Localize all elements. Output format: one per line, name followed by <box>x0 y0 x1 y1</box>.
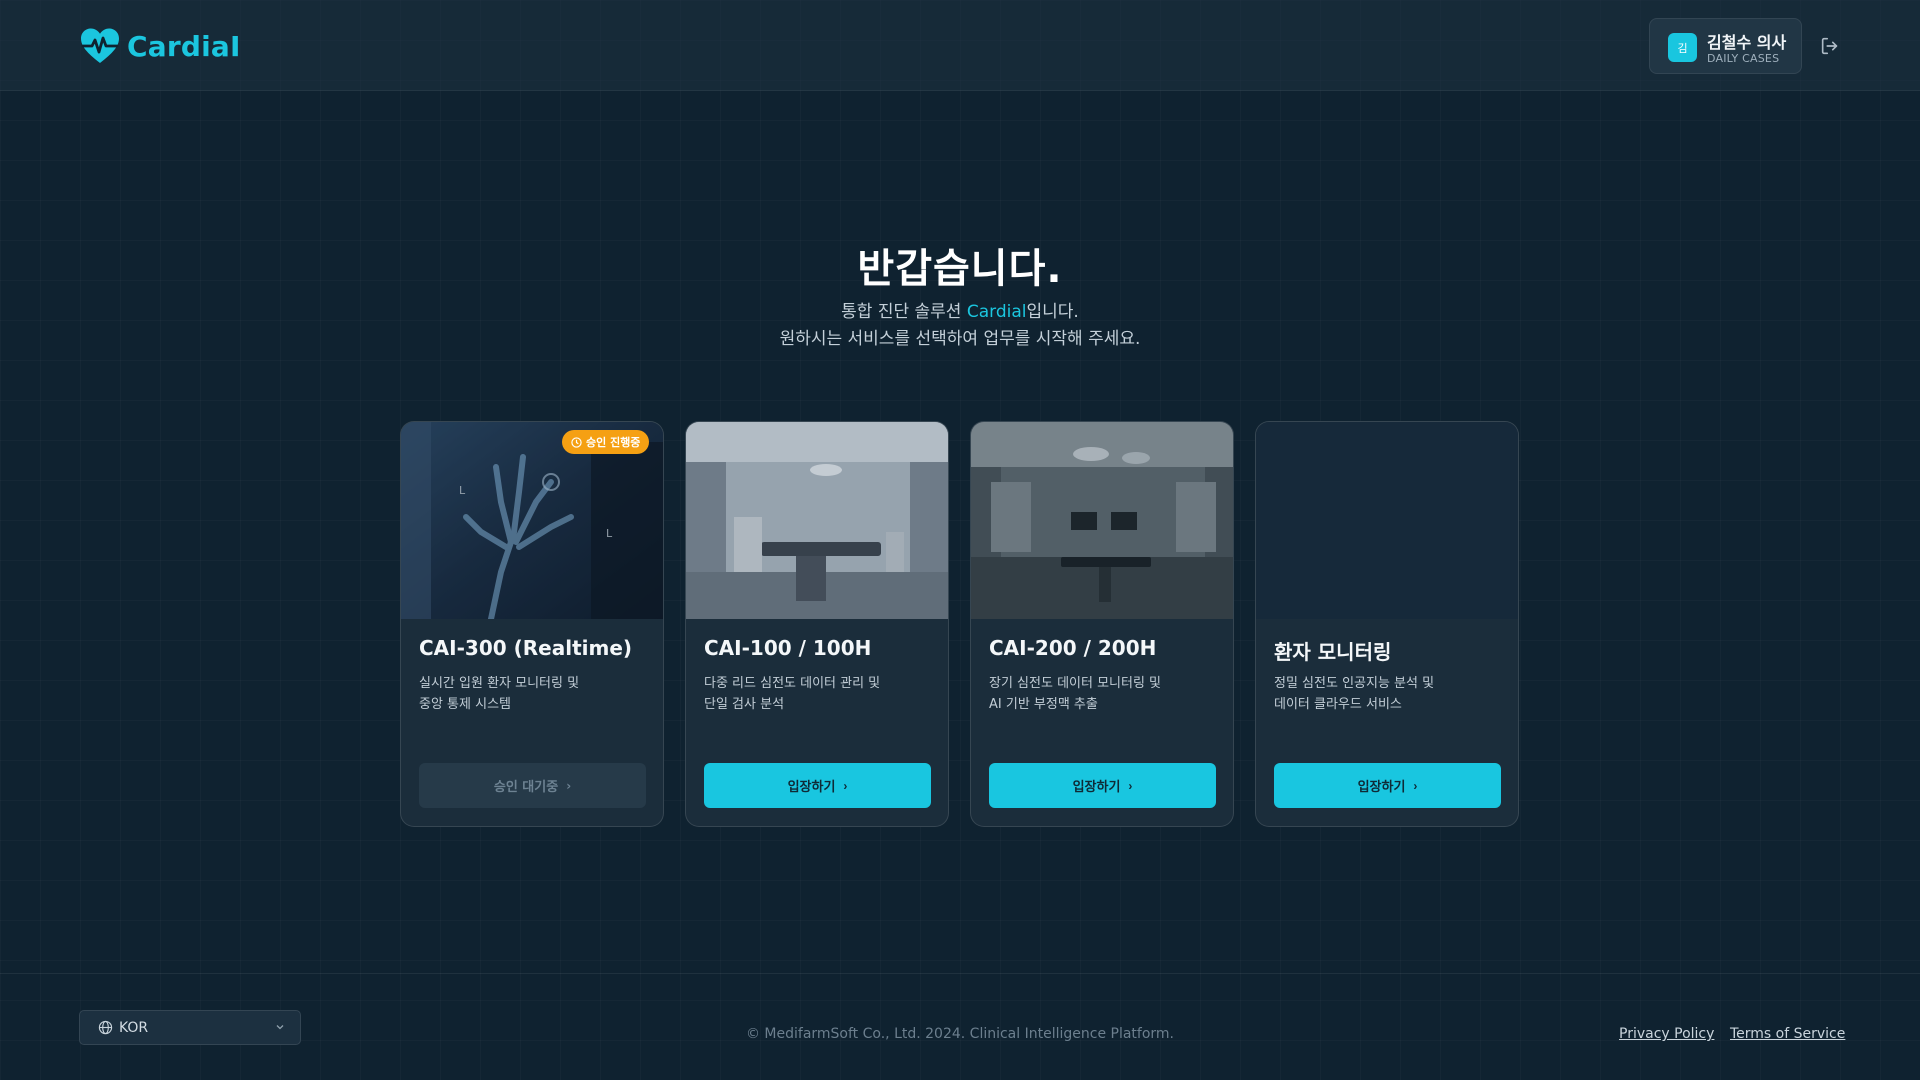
card-title: CAI-300 (Realtime) <box>419 636 633 660</box>
card-description-line2: AI 기반 부정맥 추출 <box>989 697 1098 712</box>
hero-line1-suffix: 입니다. <box>1026 302 1079 322</box>
hero-subtitle-line2: 원하시는 서비스를 선택하여 업무를 시작해 주세요. <box>779 329 1141 349</box>
hero-brand-highlight: Cardial <box>966 302 1027 322</box>
card-image-placeholder <box>1256 422 1518 619</box>
button-label: 입장하기 <box>787 779 836 794</box>
chevron-right-icon: › <box>1128 778 1133 793</box>
service-card-cai100: CAI-100 / 100H 다중 리드 심전도 데이터 관리 및 단일 검사 … <box>685 421 949 827</box>
terms-of-service-link[interactable]: Terms of Service <box>1730 1026 1845 1042</box>
card-description-line2: 단일 검사 분석 <box>704 697 785 712</box>
clock-icon <box>571 436 582 448</box>
user-profile[interactable]: 김 김철수 의사 DAILY CASES <box>1649 18 1802 74</box>
chevron-right-icon: › <box>843 778 848 793</box>
chevron-right-icon: › <box>566 778 572 793</box>
brand-name: CardiaI <box>127 29 241 63</box>
card-description-line1: 정밀 심전도 인공지능 분석 및 <box>1274 676 1435 691</box>
page-title: 반갑습니다. <box>857 246 1063 292</box>
top-header: CardiaI 김 김철수 의사 DAILY CASES <box>0 0 1920 91</box>
privacy-policy-link[interactable]: Privacy Policy <box>1619 1026 1714 1042</box>
enter-button[interactable]: 입장하기 › <box>1274 763 1501 808</box>
card-description-line2: 데이터 클라우드 서비스 <box>1274 697 1402 712</box>
user-name: 김철수 의사 <box>1707 33 1787 52</box>
button-label: 입장하기 <box>1072 779 1121 794</box>
page-footer: KOR © MedifarmSoft Co., Ltd. 2024. Clini… <box>0 973 1920 1080</box>
card-title: 환자 모니터링 <box>1274 640 1392 664</box>
service-card-cai200: CAI-200 / 200H 장기 심전도 데이터 모니터링 및 AI 기반 부… <box>970 421 1234 827</box>
pending-approval-button: 승인 대기중 › <box>419 763 646 808</box>
card-description-line1: 장기 심전도 데이터 모니터링 및 <box>989 676 1162 691</box>
card-description-line2: 중앙 통제 시스템 <box>419 697 511 712</box>
heart-pulse-logo-icon <box>81 28 119 63</box>
button-label: 승인 대기중 <box>493 780 559 795</box>
card-description-line1: 실시간 입원 환자 모니터링 및 <box>419 676 580 691</box>
card-image-operating-room <box>971 422 1233 619</box>
hero-line1-prefix: 통합 진단 솔루션 <box>841 302 967 322</box>
brand-logo[interactable]: CardiaI <box>79 27 241 65</box>
hero-subtitle-line1: 통합 진단 솔루션 Cardial입니다. <box>0 297 1920 322</box>
avatar: 김 <box>1668 33 1697 62</box>
user-role: DAILY CASES <box>1707 52 1780 65</box>
logout-icon[interactable] <box>1819 35 1841 57</box>
button-label: 입장하기 <box>1357 779 1406 794</box>
card-title: CAI-100 / 100H <box>704 636 872 660</box>
card-image-clinic-room <box>686 422 948 619</box>
card-description-line1: 다중 리드 심전도 데이터 관리 및 <box>704 676 881 691</box>
card-title: CAI-200 / 200H <box>989 636 1157 660</box>
enter-button[interactable]: 입장하기 › <box>989 763 1216 808</box>
service-card-cai300: L L 승인 진행중 CAI-300 (Realtime) 실시간 입원 환자 … <box>400 421 664 827</box>
chevron-right-icon: › <box>1413 778 1418 793</box>
enter-button[interactable]: 입장하기 › <box>704 763 931 808</box>
service-card-patient-monitoring: 환자 모니터링 정밀 심전도 인공지능 분석 및 데이터 클라우드 서비스 입장… <box>1255 421 1519 827</box>
approval-status-badge: 승인 진행중 <box>562 430 650 454</box>
badge-label: 승인 진행중 <box>586 436 641 449</box>
card-image-xray: L L 승인 진행중 <box>401 422 663 619</box>
